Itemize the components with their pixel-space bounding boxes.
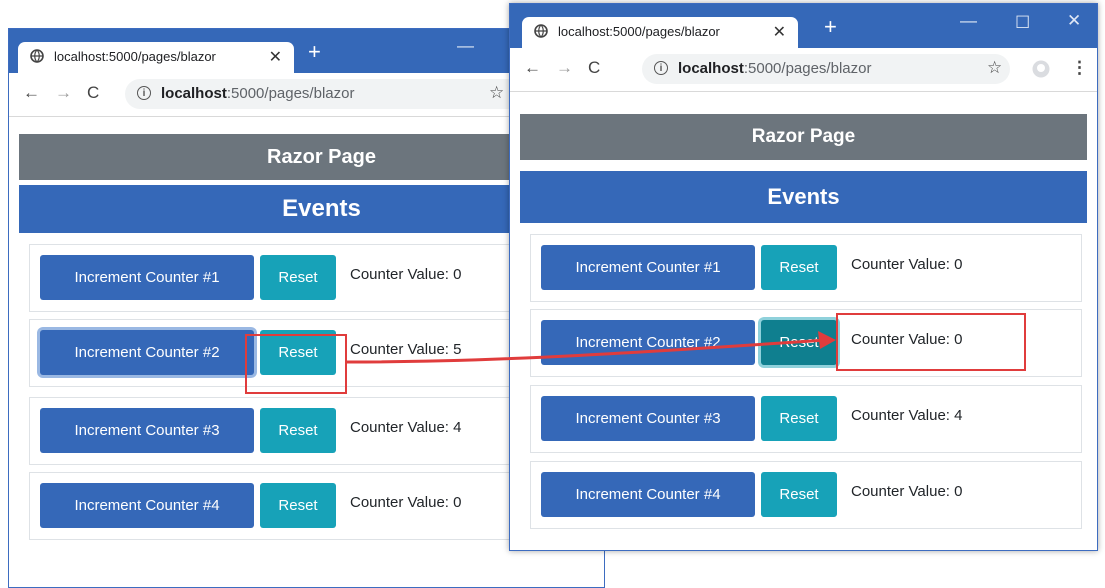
browser-window-right: localhost:5000/pages/blazor ✕ + — ☐ ✕ ← …	[509, 3, 1098, 551]
url-text: localhost:5000/pages/blazor	[161, 85, 354, 102]
url-path: :5000/pages/blazor	[743, 60, 872, 77]
reset-button[interactable]: Reset	[761, 472, 837, 517]
title-bar: localhost:5000/pages/blazor ✕ + — ☐ ✕	[510, 4, 1097, 48]
tab-title: localhost:5000/pages/blazor	[54, 49, 216, 64]
highlight-box-reset	[245, 334, 347, 394]
url-text: localhost:5000/pages/blazor	[678, 60, 871, 77]
address-bar[interactable]: i localhost:5000/pages/blazor	[642, 54, 1010, 84]
plus-icon[interactable]: +	[824, 16, 837, 38]
increment-counter-2-button[interactable]: Increment Counter #2	[40, 330, 254, 375]
increment-counter-3-button[interactable]: Increment Counter #3	[40, 408, 254, 453]
increment-counter-2-button[interactable]: Increment Counter #2	[541, 320, 755, 365]
maximize-icon[interactable]: ☐	[1015, 13, 1030, 33]
increment-counter-1-button[interactable]: Increment Counter #1	[40, 255, 254, 300]
minimize-icon[interactable]: —	[960, 11, 977, 31]
increment-counter-4-button[interactable]: Increment Counter #4	[541, 472, 755, 517]
counter-value: Counter Value: 0	[851, 483, 963, 500]
counter-value: Counter Value: 0	[350, 494, 462, 511]
globe-icon	[30, 49, 44, 63]
back-icon[interactable]: ←	[524, 58, 541, 78]
close-icon[interactable]: ✕	[1067, 11, 1081, 31]
razor-page-heading: Razor Page	[520, 114, 1087, 160]
increment-counter-3-button[interactable]: Increment Counter #3	[541, 396, 755, 441]
reset-button[interactable]: Reset	[260, 408, 336, 453]
counter-row: Increment Counter #1 Reset Counter Value…	[530, 234, 1082, 302]
url-path: :5000/pages/blazor	[226, 85, 355, 102]
minimize-icon[interactable]: —	[457, 36, 474, 56]
menu-icon[interactable]: ⋮	[1071, 58, 1088, 78]
reset-button[interactable]: Reset	[260, 483, 336, 528]
counter-value: Counter Value: 0	[350, 266, 462, 283]
star-icon[interactable]: ☆	[489, 83, 504, 103]
increment-counter-1-button[interactable]: Increment Counter #1	[541, 245, 755, 290]
counter-value: Counter Value: 5	[350, 341, 462, 358]
reset-button[interactable]: Reset	[761, 245, 837, 290]
close-icon[interactable]: ✕	[773, 22, 786, 42]
forward-icon[interactable]: →	[55, 83, 72, 103]
profile-icon[interactable]	[1032, 60, 1050, 78]
reset-button[interactable]: Reset	[260, 255, 336, 300]
counter-row: Increment Counter #4 Reset Counter Value…	[530, 461, 1082, 529]
back-icon[interactable]: ←	[23, 83, 40, 103]
info-icon[interactable]: i	[654, 61, 668, 75]
plus-icon[interactable]: +	[308, 41, 321, 63]
browser-tab[interactable]: localhost:5000/pages/blazor ✕	[522, 17, 798, 48]
reload-icon[interactable]: C	[87, 83, 99, 103]
reset-button[interactable]: Reset	[761, 320, 837, 365]
browser-tab[interactable]: localhost:5000/pages/blazor ✕	[18, 42, 294, 73]
globe-icon	[534, 24, 548, 38]
forward-icon[interactable]: →	[556, 58, 573, 78]
tab-title: localhost:5000/pages/blazor	[558, 24, 720, 39]
url-host: localhost	[678, 60, 744, 77]
browser-toolbar: ← → C i localhost:5000/pages/blazor ☆ ⋮	[510, 48, 1097, 92]
increment-counter-4-button[interactable]: Increment Counter #4	[40, 483, 254, 528]
counter-value: Counter Value: 4	[350, 419, 462, 436]
close-icon[interactable]: ✕	[269, 47, 282, 67]
events-heading: Events	[520, 171, 1087, 223]
reload-icon[interactable]: C	[588, 58, 600, 78]
info-icon[interactable]: i	[137, 86, 151, 100]
highlight-box-counter-value	[836, 313, 1026, 371]
counter-value: Counter Value: 0	[851, 256, 963, 273]
reset-button[interactable]: Reset	[761, 396, 837, 441]
counter-value: Counter Value: 4	[851, 407, 963, 424]
star-icon[interactable]: ☆	[987, 58, 1002, 78]
url-host: localhost	[161, 85, 227, 102]
counter-row: Increment Counter #3 Reset Counter Value…	[530, 385, 1082, 453]
